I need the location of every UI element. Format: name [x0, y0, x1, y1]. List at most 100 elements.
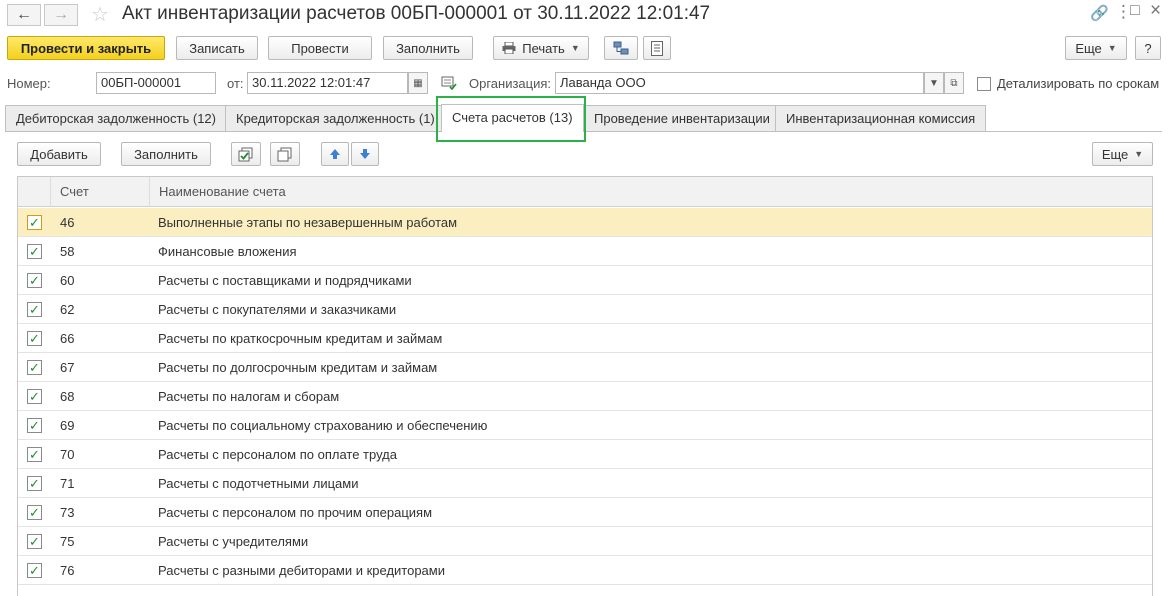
tab-payables[interactable]: Кредиторская задолженность (1): [225, 105, 446, 131]
fill-button[interactable]: Заполнить: [383, 36, 473, 60]
account-name-cell: Выполненные этапы по незавершенным работ…: [158, 215, 458, 230]
maximize-icon[interactable]: □: [1130, 2, 1140, 20]
help-label: ?: [1144, 40, 1152, 56]
back-button[interactable]: ←: [7, 4, 41, 26]
close-icon[interactable]: ×: [1150, 0, 1161, 22]
account-name-cell: Расчеты по краткосрочным кредитам и займ…: [158, 331, 443, 346]
table-row[interactable]: ✓ 46 Выполненные этапы по незавершенным ра…: [18, 208, 1152, 237]
move-down-button[interactable]: [351, 142, 379, 166]
uncheck-all-icon: [277, 147, 292, 161]
uncheck-all-button[interactable]: [270, 142, 300, 166]
fill-label: Заполнить: [396, 40, 460, 56]
detail-by-terms-checkbox[interactable]: [977, 77, 991, 91]
row-checkbox[interactable]: ✓: [27, 418, 42, 433]
table-fill-button[interactable]: Заполнить: [121, 142, 211, 166]
tab-inventory-posting[interactable]: Проведение инвентаризации: [583, 105, 781, 131]
table-row[interactable]: ✓ 67 Расчеты по долгосрочным кредитам и за…: [18, 353, 1152, 382]
window-title: Акт инвентаризации расчетов 00БП-000001 …: [122, 3, 711, 24]
print-label: Печать: [522, 40, 565, 56]
organization-field[interactable]: Лаванда ООО: [555, 72, 924, 94]
checkmark-icon: ✓: [29, 360, 40, 375]
organization-label: Организация:: [469, 76, 552, 91]
table-more-label: Еще: [1101, 146, 1129, 162]
table-more-button[interactable]: Еще ▼: [1092, 142, 1153, 166]
post-and-close-button[interactable]: Провести и закрыть: [7, 36, 165, 60]
account-name-cell: Расчеты с учредителями: [158, 534, 309, 549]
organization-open-button[interactable]: ⧉: [944, 72, 964, 94]
date-field[interactable]: 30.11.2022 12:01:47: [247, 72, 408, 94]
row-checkbox[interactable]: ✓: [27, 244, 42, 259]
tab-inventory-commission[interactable]: Инвентаризационная комиссия: [775, 105, 987, 131]
account-name-cell: Финансовые вложения: [158, 244, 297, 259]
arrow-down-icon: [360, 149, 370, 159]
check-all-icon: [238, 147, 253, 161]
row-checkbox[interactable]: ✓: [27, 476, 42, 491]
table-row[interactable]: ✓ 68 Расчеты по налогам и сборам: [18, 382, 1152, 411]
row-checkbox[interactable]: ✓: [27, 563, 42, 578]
row-checkbox[interactable]: ✓: [27, 534, 42, 549]
table-header: Счет Наименование счета: [18, 177, 1152, 207]
row-checkbox[interactable]: ✓: [27, 360, 42, 375]
table-row[interactable]: ✓ 71 Расчеты с подотчетными лицами: [18, 469, 1152, 498]
number-field[interactable]: 00БП-000001: [96, 72, 216, 94]
row-checkbox[interactable]: ✓: [27, 331, 42, 346]
account-name-cell: Расчеты по социальному страхованию и обе…: [158, 418, 488, 433]
report-icon: [651, 40, 663, 56]
table-row[interactable]: ✓ 73 Расчеты с персоналом по прочим операц…: [18, 498, 1152, 527]
row-checkbox[interactable]: ✓: [27, 273, 42, 288]
checkmark-icon: ✓: [29, 244, 40, 259]
account-code-cell: 67: [60, 360, 75, 375]
row-checkbox[interactable]: ✓: [27, 505, 42, 520]
table-row[interactable]: ✓ 62 Расчеты с покупателями и заказчиками: [18, 295, 1152, 324]
table-row[interactable]: ✓ 58 Финансовые вложения: [18, 237, 1152, 266]
add-button[interactable]: Добавить: [17, 142, 101, 166]
tab-receivables[interactable]: Дебиторская задолженность (12): [5, 105, 227, 131]
account-code-cell: 70: [60, 447, 75, 462]
document-check-icon[interactable]: [441, 76, 457, 90]
row-checkbox[interactable]: ✓: [27, 215, 42, 230]
table-row[interactable]: ✓ 66 Расчеты по краткосрочным кредитам и з…: [18, 324, 1152, 353]
column-header-name[interactable]: Наименование счета: [149, 177, 1152, 207]
column-header-account[interactable]: Счет: [50, 177, 149, 207]
organization-dropdown-button[interactable]: ▼: [924, 72, 944, 94]
checkmark-icon: ✓: [29, 476, 40, 491]
report-button[interactable]: [643, 36, 671, 60]
chevron-down-icon: ▼: [929, 77, 939, 89]
more-button[interactable]: Еще ▼: [1065, 36, 1127, 60]
row-checkbox[interactable]: ✓: [27, 447, 42, 462]
add-label: Добавить: [30, 146, 88, 162]
checkmark-icon: ✓: [29, 331, 40, 346]
post-and-close-label: Провести и закрыть: [20, 40, 152, 56]
move-up-button[interactable]: [321, 142, 349, 166]
checkmark-icon: ✓: [29, 215, 40, 230]
row-checkbox[interactable]: ✓: [27, 389, 42, 404]
print-button[interactable]: Печать ▼: [493, 36, 589, 60]
table-row[interactable]: ✓ 60 Расчеты с поставщиками и подрядчиками: [18, 266, 1152, 295]
checkmark-icon: ✓: [29, 273, 40, 288]
link-icon[interactable]: 🔗: [1090, 4, 1109, 22]
account-code-cell: 76: [60, 563, 75, 578]
help-button[interactable]: ?: [1135, 36, 1161, 60]
forward-button[interactable]: →: [44, 4, 78, 26]
calendar-button[interactable]: ▦: [408, 72, 428, 94]
check-all-button[interactable]: [231, 142, 261, 166]
accounts-table: Счет Наименование счета ✓ 46 Выполненные э…: [17, 176, 1153, 596]
account-name-cell: Расчеты с покупателями и заказчиками: [158, 302, 397, 317]
checkmark-icon: ✓: [29, 389, 40, 404]
save-button[interactable]: Записать: [176, 36, 258, 60]
table-row[interactable]: ✓ 76 Расчеты с разными дебиторами и кредит…: [18, 556, 1152, 585]
table-row[interactable]: ✓ 75 Расчеты с учредителями: [18, 527, 1152, 556]
chevron-down-icon: ▼: [570, 43, 580, 53]
tab-settlement-accounts[interactable]: Счета расчетов (13): [441, 104, 584, 132]
checkmark-icon: ✓: [29, 563, 40, 578]
table-row[interactable]: ✓ 69 Расчеты по социальному страхованию и …: [18, 411, 1152, 440]
favorite-star-icon[interactable]: ☆: [91, 2, 109, 27]
table-row[interactable]: ✓ 70 Расчеты с персоналом по оплате труда: [18, 440, 1152, 469]
post-button[interactable]: Провести: [268, 36, 372, 60]
account-code-cell: 46: [60, 215, 75, 230]
account-name-cell: Расчеты по налогам и сборам: [158, 389, 340, 404]
structure-button[interactable]: [604, 36, 638, 60]
row-checkbox[interactable]: ✓: [27, 302, 42, 317]
account-name-cell: Расчеты с поставщиками и подрядчиками: [158, 273, 412, 288]
account-name-cell: Расчеты с персоналом по оплате труда: [158, 447, 397, 462]
